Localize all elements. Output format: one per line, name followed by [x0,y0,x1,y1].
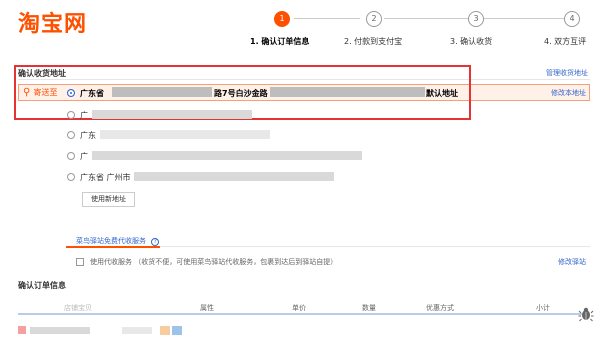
step-4-label: 4. 双方互评 [544,37,587,46]
step-connector [484,18,564,19]
cainiao-service-label: 使用代收服务 （收货不便，可使用菜鸟驿站代收服务，包裹到达后到驿站自提） [90,258,338,266]
redacted-text [92,110,252,119]
redacted-shop-thumb [18,326,26,334]
cainiao-service-tab[interactable]: 菜鸟驿站免费代收服务 ? [76,236,160,246]
address-radio[interactable] [67,173,75,181]
help-icon[interactable]: ? [151,238,160,246]
cainiao-service-checkbox[interactable] [76,258,84,266]
use-new-address-button[interactable]: 使用新地址 [82,192,135,207]
bug-feedback-icon[interactable] [578,306,594,322]
address-text: 广 [80,152,88,161]
step-2-label: 2. 付款到支付宝 [344,37,403,46]
order-section-title: 确认订单信息 [18,281,66,290]
address-radio[interactable] [67,111,75,119]
address-radio[interactable] [67,131,75,139]
column-header-quantity: 数量 [362,304,376,312]
column-header-unit-price: 单价 [292,304,306,312]
step-3-label: 3. 确认收货 [450,37,493,46]
column-header-discount: 优惠方式 [426,304,454,312]
address-text: 广东省 广州市 [80,173,131,182]
step-1-label: 1. 确认订单信息 [250,37,310,46]
address-text: 广 [80,111,88,120]
step-connector [294,18,360,19]
redacted-badge [172,326,182,335]
order-progress-steps: 1 2 3 4 1. 确认订单信息 2. 付款到支付宝 3. 确认收货 4. 双… [238,8,598,48]
step-1-circle: 1 [274,11,290,27]
redacted-text [134,172,334,181]
cainiao-tab-label: 菜鸟驿站免费代收服务 [76,237,146,245]
table-header-underline [18,313,590,315]
redacted-badge [160,326,170,335]
step-2-circle: 2 [366,11,382,27]
redacted-shop-name [30,327,90,334]
step-3-circle: 3 [468,11,484,27]
redacted-shop-name [122,327,152,334]
redacted-text [100,130,270,139]
address-radio[interactable] [67,152,75,160]
modify-station-link[interactable]: 修改驿站 [558,257,586,267]
column-header-attributes: 属性 [200,304,214,312]
column-header-subtotal: 小计 [536,304,550,312]
manage-address-link[interactable]: 管理收货地址 [546,68,588,78]
address-text: 广东 [80,131,96,140]
step-4-circle: 4 [564,11,580,27]
edit-address-link[interactable]: 修改本地址 [551,88,586,98]
column-header-shop-item: 店铺宝贝 [64,304,92,312]
active-tab-underline [66,246,160,248]
step-connector [384,18,470,19]
taobao-logo: 淘宝网 [18,11,88,37]
redacted-text [92,151,362,160]
